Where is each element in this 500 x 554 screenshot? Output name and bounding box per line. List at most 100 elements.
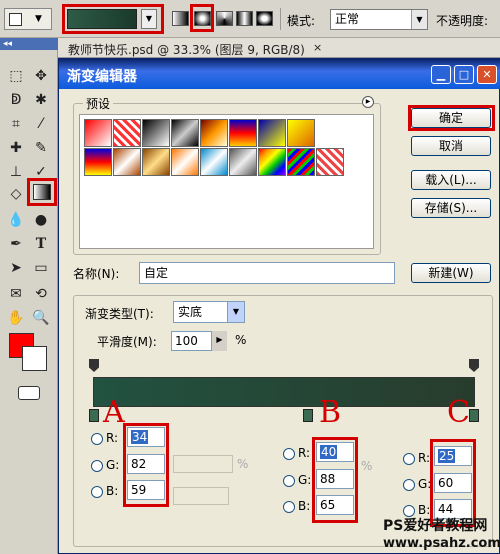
chevron-down-icon[interactable]: ▼ — [141, 9, 157, 29]
stop-a-g-input[interactable]: 82 — [127, 454, 165, 474]
load-button[interactable]: 载入(L)... — [411, 170, 491, 190]
preset-swatch[interactable] — [258, 148, 286, 176]
stop-a-r-input[interactable]: 34 — [127, 427, 165, 447]
gradient-editor-dialog: 渐变编辑器 ▁ □ ✕ 预设 ▶ 确定 取消 载入(L)... 存储(S)...… — [58, 58, 500, 554]
preset-swatch[interactable] — [142, 119, 170, 147]
shape-tool-icon[interactable]: ▭ — [31, 258, 51, 278]
radio-button[interactable] — [91, 459, 103, 472]
type-tool-icon[interactable]: T — [31, 234, 51, 254]
healing-brush-icon[interactable]: ✚ — [6, 138, 26, 158]
rotate-view-icon[interactable]: ⟲ — [31, 284, 51, 304]
preset-swatch[interactable] — [113, 119, 141, 147]
smoothness-label: 平滑度(M): — [97, 335, 157, 349]
g-label: G: — [298, 473, 312, 487]
gradient-tool-button[interactable] — [27, 178, 57, 206]
preset-swatch[interactable] — [142, 148, 170, 176]
radio-button[interactable] — [91, 485, 103, 498]
preset-swatch[interactable] — [287, 148, 315, 176]
stop-b-r-value: 40 — [320, 445, 338, 459]
preset-swatch[interactable] — [229, 148, 257, 176]
radio-button[interactable] — [283, 500, 295, 513]
stop-b-r-input[interactable]: 40 — [316, 442, 354, 462]
save-button[interactable]: 存储(S)... — [411, 198, 491, 218]
eyedropper-icon[interactable]: ⁄ — [31, 114, 51, 134]
background-color-swatch[interactable] — [22, 346, 47, 371]
stop-a-b-row: B: — [91, 484, 118, 498]
clone-stamp-icon[interactable]: ⊥ — [6, 162, 26, 182]
marquee-tool-icon[interactable]: ⬚ — [6, 66, 26, 86]
close-icon[interactable]: × — [313, 41, 322, 54]
radio-button[interactable] — [403, 452, 415, 465]
radial-gradient-icon — [194, 11, 211, 26]
lasso-tool-icon[interactable]: ↁ — [6, 90, 26, 110]
move-tool-icon[interactable]: ✥ — [31, 66, 51, 86]
angle-gradient-icon[interactable] — [216, 11, 233, 26]
radio-button[interactable] — [283, 447, 295, 460]
toolbox-header[interactable]: ◂◂ — [0, 38, 58, 50]
location-unit: % — [361, 459, 373, 473]
document-tab[interactable]: 教师节快乐.psd @ 33.3% (图层 9, RGB/8) × — [58, 38, 500, 58]
radial-gradient-button[interactable] — [190, 4, 214, 32]
linear-gradient-icon[interactable] — [172, 11, 189, 26]
preset-swatch[interactable] — [171, 148, 199, 176]
stop-b-b-input[interactable]: 65 — [316, 495, 354, 515]
radio-button[interactable] — [91, 432, 103, 445]
preset-swatch[interactable] — [84, 119, 112, 147]
notes-tool-icon[interactable]: ✉ — [6, 284, 26, 304]
color-stop-c[interactable] — [469, 409, 479, 422]
stop-label-a: A — [103, 395, 125, 430]
preset-swatch[interactable] — [229, 119, 257, 147]
preset-swatch[interactable] — [258, 119, 286, 147]
gradient-picker[interactable]: ▼ — [62, 4, 164, 34]
color-stop-a[interactable] — [89, 409, 99, 422]
watermark-title: PS爱好者教程网 — [383, 518, 488, 534]
stop-a-b-input[interactable]: 59 — [127, 480, 165, 500]
dodge-tool-icon[interactable]: ● — [31, 210, 51, 230]
gradient-preview-swatch[interactable] — [67, 9, 137, 29]
preset-swatch[interactable] — [287, 119, 315, 147]
name-input[interactable]: 自定 — [139, 262, 395, 284]
stop-c-g-input[interactable]: 60 — [434, 473, 472, 493]
blur-tool-icon[interactable]: 💧 — [6, 210, 26, 230]
path-selection-icon[interactable]: ➤ — [6, 258, 26, 278]
ok-button[interactable]: 确定 — [411, 108, 491, 128]
preset-swatch[interactable] — [84, 148, 112, 176]
close-icon[interactable]: ✕ — [477, 65, 497, 84]
gradient-type-select[interactable]: 实底 ▼ — [173, 301, 245, 323]
preset-swatch[interactable] — [113, 148, 141, 176]
crop-tool-icon[interactable]: ⌗ — [6, 114, 26, 134]
watermark-url: www.psahz.com — [383, 536, 500, 551]
chevron-down-icon: ▼ — [35, 14, 42, 24]
reflected-gradient-icon[interactable] — [236, 11, 253, 26]
gradient-bar[interactable] — [93, 377, 475, 407]
chevron-right-icon[interactable]: ▶ — [211, 331, 227, 351]
smoothness-unit: % — [235, 333, 247, 347]
presets-menu-icon[interactable]: ▶ — [362, 96, 374, 108]
preset-swatch[interactable] — [316, 148, 344, 176]
radio-button[interactable] — [403, 478, 415, 491]
radio-button[interactable] — [283, 474, 295, 487]
stop-b-g-input[interactable]: 88 — [316, 469, 354, 489]
magic-wand-icon[interactable]: ✱ — [31, 90, 51, 110]
stop-c-r-input[interactable]: 25 — [434, 446, 472, 466]
diamond-gradient-icon[interactable] — [256, 11, 273, 26]
toolbox: ◂◂ ⬚ ✥ ↁ ✱ ⌗ ⁄ ✚ ✎ ⊥ ✓ ◇ 💧 ● ✒ T ➤ ▭ ✉ ⟲… — [0, 38, 58, 554]
preset-swatch[interactable] — [171, 119, 199, 147]
cancel-button[interactable]: 取消 — [411, 136, 491, 156]
zoom-tool-icon[interactable]: 🔍 — [31, 308, 51, 328]
color-stop-b[interactable] — [303, 409, 313, 422]
dialog-titlebar[interactable]: 渐变编辑器 ▁ □ ✕ — [59, 59, 500, 89]
stop-b-r-row: R: — [283, 446, 310, 460]
eraser-tool-icon[interactable]: ◇ — [6, 184, 26, 204]
pen-tool-icon[interactable]: ✒ — [6, 234, 26, 254]
preset-swatch[interactable] — [200, 119, 228, 147]
brush-tool-icon[interactable]: ✎ — [31, 138, 51, 158]
hand-tool-icon[interactable]: ✋ — [6, 308, 26, 328]
quick-mask-button[interactable] — [18, 386, 40, 400]
preset-swatch[interactable] — [200, 148, 228, 176]
new-button[interactable]: 新建(W) — [411, 263, 491, 283]
minimize-icon[interactable]: ▁ — [431, 65, 451, 84]
mode-select[interactable]: 正常 ▼ — [330, 9, 428, 30]
tool-preset-picker[interactable]: ▼ — [4, 8, 52, 30]
maximize-icon[interactable]: □ — [454, 65, 474, 84]
